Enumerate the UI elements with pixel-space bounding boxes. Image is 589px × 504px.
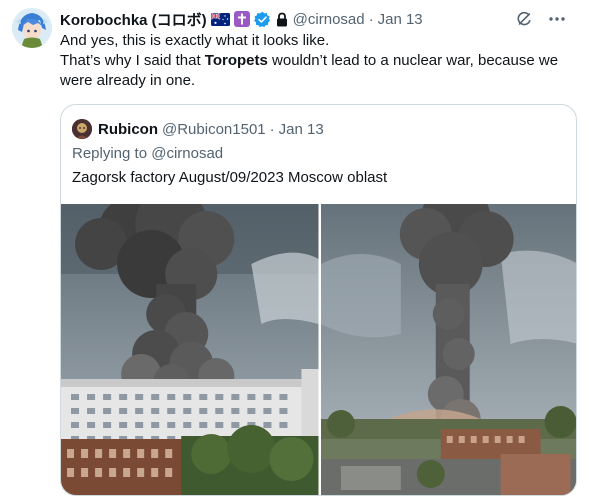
quoted-tweet-text: Zagorsk factory August/09/2023 Moscow ob… [72,169,388,186]
lock-icon [276,12,287,26]
tweet[interactable]: Korobochka (コロボ) @cirnosad · Jan 13 And … [0,0,589,504]
tweet-text-line-2: That’s why I said that Toropets wouldn’t… [60,51,575,71]
tweet-text-segment: That’s why I said that [60,52,205,69]
more-options-icon[interactable] [547,9,567,29]
latin-cross-icon [233,11,250,27]
explosion-photo-right[interactable] [320,204,576,495]
tweet-header: Korobochka (コロボ) @cirnosad · Jan 13 [60,9,423,29]
quoted-tweet[interactable]: Rubicon @Rubicon1501 · Jan 13 Replying t… [60,104,577,496]
quoted-media-grid [61,204,576,495]
tweet-text-line-1: And yes, this is exactly what it looks l… [60,32,330,49]
tweet-text-segment: wouldn’t lead to a nuclear war, because … [267,52,559,69]
tweet-actions [515,9,567,29]
separator-dot: · [269,120,275,138]
replying-to-label[interactable]: Replying to @cirnosad [72,145,223,162]
tweet-text: And yes, this is exactly what it looks l… [60,31,575,91]
quoted-author-avatar[interactable] [72,119,92,139]
grok-icon[interactable] [515,10,533,28]
author-handle[interactable]: @cirnosad [293,11,365,28]
tweet-timestamp[interactable]: Jan 13 [378,11,423,28]
tweet-text-line-3: were already in one. [60,72,196,89]
separator-dot: · [368,10,374,28]
australia-flag-icon [210,12,230,26]
explosion-photo-left[interactable] [61,204,319,495]
author-avatar[interactable] [12,8,52,48]
quoted-tweet-header: Rubicon @Rubicon1501 · Jan 13 [72,119,324,139]
verified-badge-icon [253,11,270,27]
quoted-tweet-timestamp[interactable]: Jan 13 [279,121,324,138]
quoted-author-display-name[interactable]: Rubicon [98,121,158,138]
author-display-name[interactable]: Korobochka (コロボ) [60,9,207,30]
tweet-text-bold-toropets: Toropets [204,52,268,69]
quoted-author-handle[interactable]: @Rubicon1501 [162,121,266,138]
